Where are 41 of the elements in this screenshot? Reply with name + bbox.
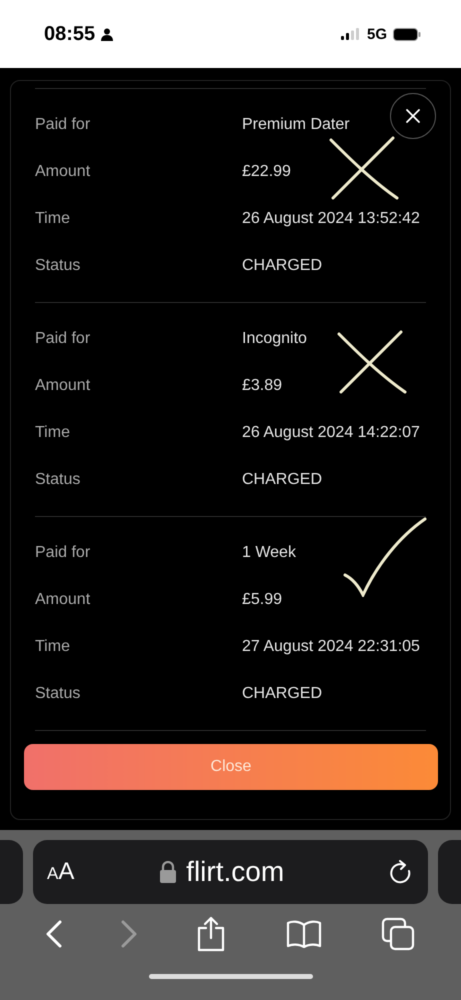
field-value: £5.99 bbox=[242, 590, 282, 608]
field-label: Paid for bbox=[35, 330, 92, 348]
field-value: £3.89 bbox=[242, 376, 282, 394]
text-size-button[interactable]: AA bbox=[47, 858, 74, 886]
lock-icon bbox=[160, 861, 176, 883]
field-value: CHARGED bbox=[242, 256, 322, 274]
url-text: flirt.com bbox=[186, 856, 284, 888]
signal-icon bbox=[340, 28, 361, 40]
field-label: Amount bbox=[35, 590, 92, 608]
field-label: Status bbox=[35, 470, 82, 488]
field-label: Paid for bbox=[35, 116, 92, 134]
battery-icon bbox=[393, 28, 421, 40]
field-label: Time bbox=[35, 210, 71, 228]
field-value: 1 Week bbox=[242, 544, 296, 562]
reload-icon[interactable] bbox=[390, 860, 412, 884]
back-icon[interactable] bbox=[46, 920, 62, 948]
field-value: 26 August 2024 14:22:07 bbox=[242, 424, 420, 442]
field-value: £22.99 bbox=[242, 162, 291, 180]
field-value: Premium Dater bbox=[242, 116, 350, 134]
field-label: Time bbox=[35, 424, 71, 442]
field-label: Paid for bbox=[35, 544, 92, 562]
tabs-icon[interactable] bbox=[381, 917, 416, 951]
field-label: Status bbox=[35, 684, 82, 702]
share-icon[interactable] bbox=[196, 916, 226, 952]
field-value: CHARGED bbox=[242, 470, 322, 488]
tab-preview[interactable] bbox=[438, 840, 461, 904]
field-value: CHARGED bbox=[242, 684, 322, 702]
field-value: 27 August 2024 22:31:05 bbox=[242, 638, 420, 656]
field-value: 26 August 2024 13:52:42 bbox=[242, 210, 420, 228]
field-label: Amount bbox=[35, 162, 92, 180]
field-label: Time bbox=[35, 638, 71, 656]
clock-time: 08:55 bbox=[44, 22, 96, 46]
book-icon[interactable] bbox=[286, 920, 322, 948]
network-label: 5G bbox=[366, 26, 387, 42]
field-label: Status bbox=[35, 256, 82, 274]
person-icon bbox=[101, 28, 114, 40]
field-value: Incognito bbox=[242, 330, 307, 348]
tab-preview[interactable] bbox=[0, 840, 23, 904]
field-label: Amount bbox=[35, 376, 92, 394]
address-bar[interactable]: AA flirt.com bbox=[33, 840, 428, 904]
close-icon[interactable] bbox=[390, 93, 436, 139]
